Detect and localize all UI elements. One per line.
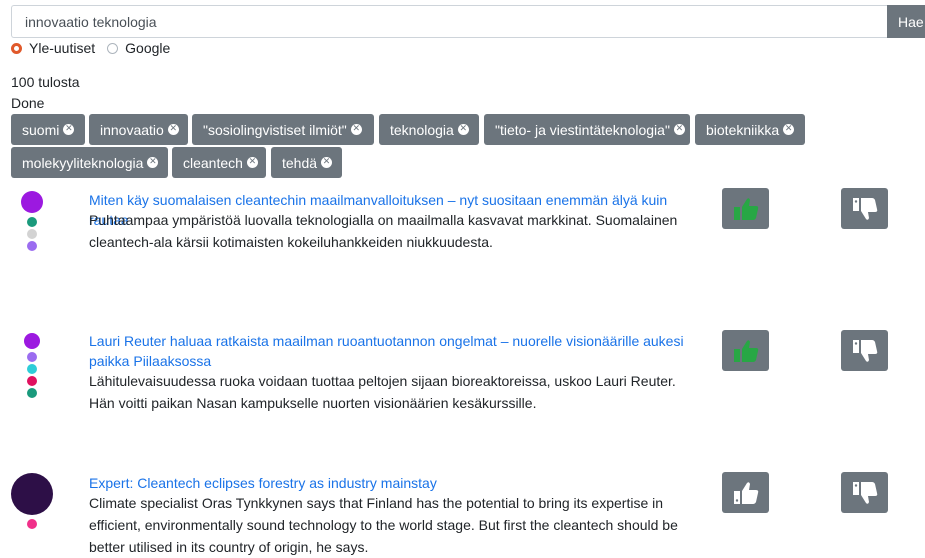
tag-label: molekyyliteknologia [22, 154, 144, 171]
downvote-button[interactable] [841, 188, 888, 229]
tag-label: tehdä [282, 154, 318, 171]
tag-chip[interactable]: molekyyliteknologia ✕ [11, 147, 168, 178]
topic-dot [11, 473, 53, 515]
downvote-button[interactable] [841, 330, 888, 371]
tag-label: "sosiolingvistiset ilmiöt" [203, 121, 347, 138]
remove-tag-icon[interactable]: ✕ [673, 124, 685, 135]
tag-label: "tieto- ja viestintäteknologia" [495, 121, 670, 138]
topic-dot [27, 388, 37, 398]
tag-chip[interactable]: biotekniikka ✕ [695, 114, 805, 145]
status-text: Done [11, 95, 45, 111]
result-count: 100 tulosta [11, 74, 80, 90]
tag-label: suomi [22, 121, 60, 138]
topic-dot [27, 364, 37, 374]
tag-chip[interactable]: teknologia ✕ [379, 114, 479, 145]
topic-dot [21, 191, 43, 213]
topic-dot [27, 519, 37, 529]
tag-chip[interactable]: "tieto- ja viestintäteknologia" ✕ [484, 114, 690, 145]
tag-chip[interactable]: "sosiolingvistiset ilmiöt" ✕ [192, 114, 374, 145]
thumbs-down-icon [852, 481, 877, 504]
search-button[interactable]: Hae [887, 5, 925, 38]
upvote-button[interactable] [722, 330, 769, 371]
result-description: Puhtaampaa ympäristöä luovalla teknologi… [89, 212, 678, 250]
radio-google[interactable] [107, 42, 119, 54]
downvote-button[interactable] [841, 472, 888, 513]
remove-tag-icon[interactable]: ✕ [350, 124, 362, 135]
remove-tag-icon[interactable]: ✕ [321, 157, 333, 168]
radio-label-google[interactable]: Google [125, 40, 170, 56]
tag-label: innovaatio [100, 121, 164, 138]
thumbs-up-icon [733, 481, 758, 504]
remove-tag-icon[interactable]: ✕ [783, 124, 795, 135]
radio-yle-uutiset[interactable] [11, 42, 22, 54]
remove-tag-icon[interactable]: ✕ [147, 157, 159, 168]
thumbs-down-icon [852, 197, 877, 220]
result-title-link[interactable]: Lauri Reuter haluaa ratkaista maailman r… [89, 331, 699, 371]
topic-dot [27, 229, 37, 239]
remove-tag-icon[interactable]: ✕ [246, 157, 258, 168]
tag-chip[interactable]: suomi ✕ [11, 114, 85, 145]
remove-tag-icon[interactable]: ✕ [457, 124, 469, 135]
thumbs-up-icon [733, 339, 758, 362]
radio-label-yle-uutiset[interactable]: Yle-uutiset [29, 40, 95, 56]
result-description: Lähitulevaisuudessa ruoka voidaan tuotta… [89, 373, 676, 411]
tag-chip[interactable]: cleantech ✕ [172, 147, 266, 178]
upvote-button[interactable] [722, 188, 769, 229]
search-input[interactable] [11, 5, 887, 38]
result-title-link[interactable]: Expert: Cleantech eclipses forestry as i… [89, 473, 699, 493]
topic-dot [24, 333, 40, 349]
topic-dot [27, 376, 37, 386]
tag-label: teknologia [390, 121, 454, 138]
thumbs-down-icon [852, 339, 877, 362]
remove-tag-icon[interactable]: ✕ [63, 124, 75, 135]
upvote-button[interactable] [722, 472, 769, 513]
tag-label: cleantech [183, 154, 243, 171]
thumbs-up-icon [733, 197, 758, 220]
tag-chip[interactable]: tehdä ✕ [271, 147, 342, 178]
topic-dot [27, 217, 37, 227]
tag-chip[interactable]: innovaatio ✕ [89, 114, 188, 145]
topic-dot [27, 241, 37, 251]
source-selector: Yle-uutiset Google [11, 40, 182, 56]
tag-label: biotekniikka [706, 121, 780, 138]
result-description: Climate specialist Oras Tynkkynen says t… [89, 495, 678, 555]
remove-tag-icon[interactable]: ✕ [167, 124, 179, 135]
topic-dot [27, 352, 37, 362]
